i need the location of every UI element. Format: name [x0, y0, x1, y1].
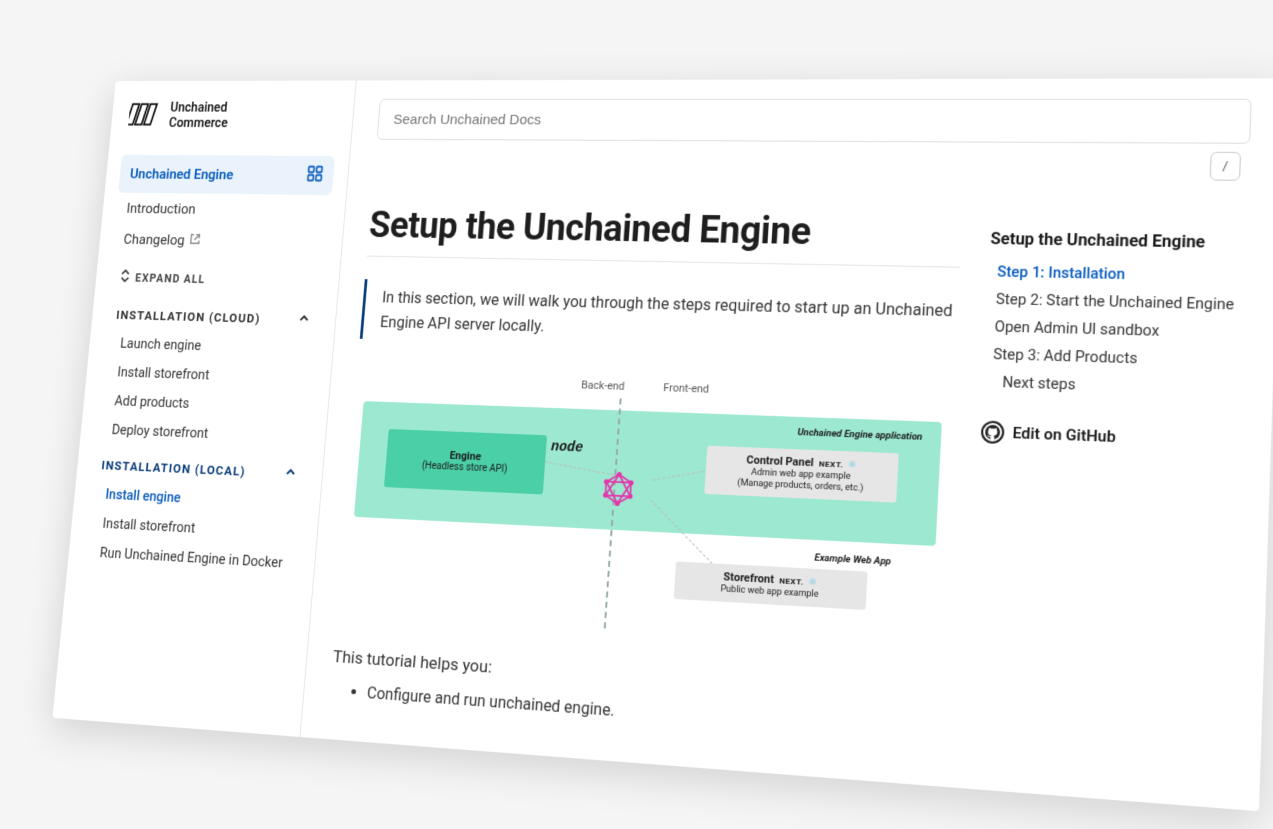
github-icon	[980, 421, 1004, 445]
logo-icon	[127, 99, 162, 133]
table-of-contents: Setup the Unchained Engine Step 1: Insta…	[965, 173, 1248, 765]
external-link-icon	[189, 233, 202, 248]
brand-name: Unchained Commerce	[168, 101, 230, 132]
edit-github-label: Edit on GitHub	[1012, 424, 1116, 447]
article: Setup the Unchained Engine In this secti…	[329, 168, 965, 744]
sidebar-primary-active[interactable]: Unchained Engine	[118, 155, 335, 195]
toc-next-steps[interactable]: Next steps	[982, 368, 1241, 404]
diagram-backend-label: Back-end	[580, 379, 624, 393]
sidebar-primary-label: Unchained Engine	[129, 166, 234, 183]
diagram-control-panel-box: Control Panel NEXT. ⚛ Admin web app exam…	[704, 446, 899, 503]
grid-icon	[305, 166, 323, 187]
page-title: Setup the Unchained Engine	[367, 205, 962, 257]
chevron-up-icon	[296, 312, 310, 329]
toc-title: Setup the Unchained Engine	[990, 229, 1247, 252]
main-content: / Setup the Unchained Engine In this sec…	[300, 79, 1273, 812]
page-root: Unchained Commerce Unchained Engine Intr…	[52, 79, 1273, 812]
graphql-icon	[600, 472, 635, 507]
expand-all-button[interactable]: EXPAND ALL	[108, 255, 326, 299]
chevron-up-icon	[283, 466, 297, 484]
sidebar-item-introduction[interactable]: Introduction	[115, 193, 332, 227]
sidebar-item-changelog[interactable]: Changelog	[112, 224, 329, 259]
edit-on-github[interactable]: Edit on GitHub	[980, 421, 1240, 454]
nextjs-icon: NEXT.	[778, 577, 803, 588]
react-icon: ⚛	[847, 460, 857, 472]
search-bar: /	[376, 99, 1251, 144]
diagram-engine-box: Engine (Headless store API)	[383, 430, 546, 495]
search-input[interactable]	[376, 99, 1251, 144]
brand-logo[interactable]: Unchained Commerce	[124, 99, 340, 134]
nextjs-icon: NEXT.	[818, 460, 843, 470]
search-shortcut-key[interactable]: /	[1209, 152, 1240, 181]
title-divider	[366, 256, 959, 268]
architecture-diagram: Back-end Front-end Unchained Engine appl…	[335, 362, 954, 671]
diagram-webapp-label: Example Web App	[814, 553, 891, 568]
react-icon: ⚛	[807, 577, 817, 589]
intro-callout: In this section, we will walk you throug…	[359, 280, 958, 357]
diagram-frontend-label: Front-end	[662, 382, 708, 396]
diagram-storefront-box: Storefront NEXT. ⚛ Public web app exampl…	[673, 562, 867, 610]
expand-collapse-icon	[119, 270, 131, 286]
node-icon: node	[550, 440, 583, 457]
